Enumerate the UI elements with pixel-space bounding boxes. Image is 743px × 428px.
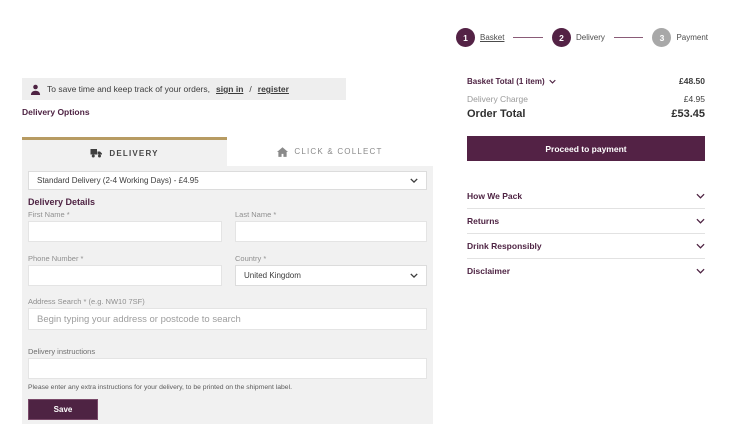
order-total-row: Order Total £53.45 (467, 108, 705, 120)
accordion-label: Returns (467, 216, 500, 226)
truck-icon (90, 148, 103, 158)
sign-in-link[interactable]: sign in (216, 84, 243, 94)
delivery-instructions-input[interactable] (28, 358, 427, 379)
basket-total-label: Basket Total (1 item) (467, 76, 545, 86)
phone-label: Phone Number * (28, 254, 84, 263)
step-basket-link[interactable]: Basket (480, 33, 504, 42)
last-name-label: Last Name * (235, 210, 277, 219)
first-name-label: First Name * (28, 210, 70, 219)
accordion-item-drink-responsibly[interactable]: Drink Responsibly (467, 233, 705, 258)
delivery-charge-row: Delivery Charge £4.95 (467, 94, 705, 104)
progress-step-basket: 1 Basket (456, 28, 504, 47)
shipping-method-select[interactable]: Standard Delivery (2-4 Working Days) - £… (28, 171, 427, 190)
register-link[interactable]: register (258, 84, 289, 94)
delivery-options-title: Delivery Options (22, 107, 90, 117)
delivery-details-title: Delivery Details (28, 197, 96, 207)
accordion-label: How We Pack (467, 190, 523, 201)
tab-click-collect-label: CLICK & COLLECT (294, 147, 383, 156)
delivery-form-panel: Standard Delivery (2-4 Working Days) - £… (22, 166, 433, 424)
info-accordion: How We Pack Returns Drink Responsibly Di… (467, 183, 705, 283)
phone-input[interactable] (28, 265, 222, 286)
tab-click-collect[interactable]: CLICK & COLLECT (227, 137, 433, 166)
tab-delivery-label: DELIVERY (109, 148, 159, 158)
progress-step-delivery: 2 Delivery (552, 28, 605, 47)
step-number-badge: 3 (652, 28, 672, 47)
country-label: Country * (235, 254, 267, 263)
accordion-item-disclaimer[interactable]: Disclaimer (467, 258, 705, 283)
country-select[interactable]: United Kingdom (235, 265, 427, 286)
link-separator: / (249, 84, 252, 94)
delivery-method-tabs: DELIVERY CLICK & COLLECT (22, 137, 433, 166)
chevron-down-icon (696, 243, 705, 249)
person-icon (30, 84, 41, 95)
delivery-charge-value: £4.95 (683, 94, 705, 104)
proceed-to-payment-button[interactable]: Proceed to payment (467, 136, 705, 161)
tab-delivery[interactable]: DELIVERY (22, 137, 227, 166)
delivery-instructions-help: Please enter any extra instructions for … (28, 384, 292, 391)
delivery-instructions-label: Delivery instructions (28, 347, 96, 356)
signin-banner: To save time and keep track of your orde… (22, 78, 346, 100)
address-search-input[interactable] (28, 308, 427, 330)
signin-banner-text: To save time and keep track of your orde… (47, 84, 210, 94)
progress-step-payment: 3 Payment (652, 28, 708, 47)
progress-connector (613, 37, 644, 38)
home-icon (277, 146, 289, 157)
step-delivery-label: Delivery (576, 33, 605, 42)
accordion-label: Drink Responsibly (467, 241, 542, 251)
progress-connector (513, 37, 543, 38)
chevron-down-icon (696, 218, 705, 224)
chevron-down-icon (410, 273, 418, 278)
order-total-value: £53.45 (671, 108, 705, 120)
accordion-item-how-we-pack[interactable]: How We Pack (467, 183, 705, 208)
basket-total-toggle[interactable]: Basket Total (1 item) (467, 77, 556, 86)
address-search-label: Address Search * (e.g. NW10 7SF) (28, 297, 145, 306)
chevron-down-icon (696, 193, 705, 199)
save-button[interactable]: Save (28, 399, 98, 420)
chevron-down-icon (548, 79, 556, 84)
chevron-down-icon (410, 178, 418, 183)
order-total-label: Order Total (467, 108, 526, 120)
accordion-label: Disclaimer (467, 266, 510, 276)
first-name-input[interactable] (28, 221, 222, 242)
last-name-input[interactable] (235, 221, 427, 242)
accordion-item-returns[interactable]: Returns (467, 208, 705, 233)
shipping-method-value: Standard Delivery (2-4 Working Days) - £… (37, 176, 199, 185)
chevron-down-icon (696, 268, 705, 274)
basket-total-row: Basket Total (1 item) £48.50 (467, 76, 705, 86)
step-number-badge: 1 (456, 28, 475, 47)
checkout-progress: 1 Basket 2 Delivery 3 Payment (456, 27, 708, 48)
step-payment-label: Payment (676, 33, 709, 42)
country-value: United Kingdom (244, 271, 301, 280)
step-number-badge: 2 (552, 28, 571, 47)
delivery-charge-label: Delivery Charge (467, 94, 528, 104)
basket-total-value: £48.50 (679, 76, 705, 86)
